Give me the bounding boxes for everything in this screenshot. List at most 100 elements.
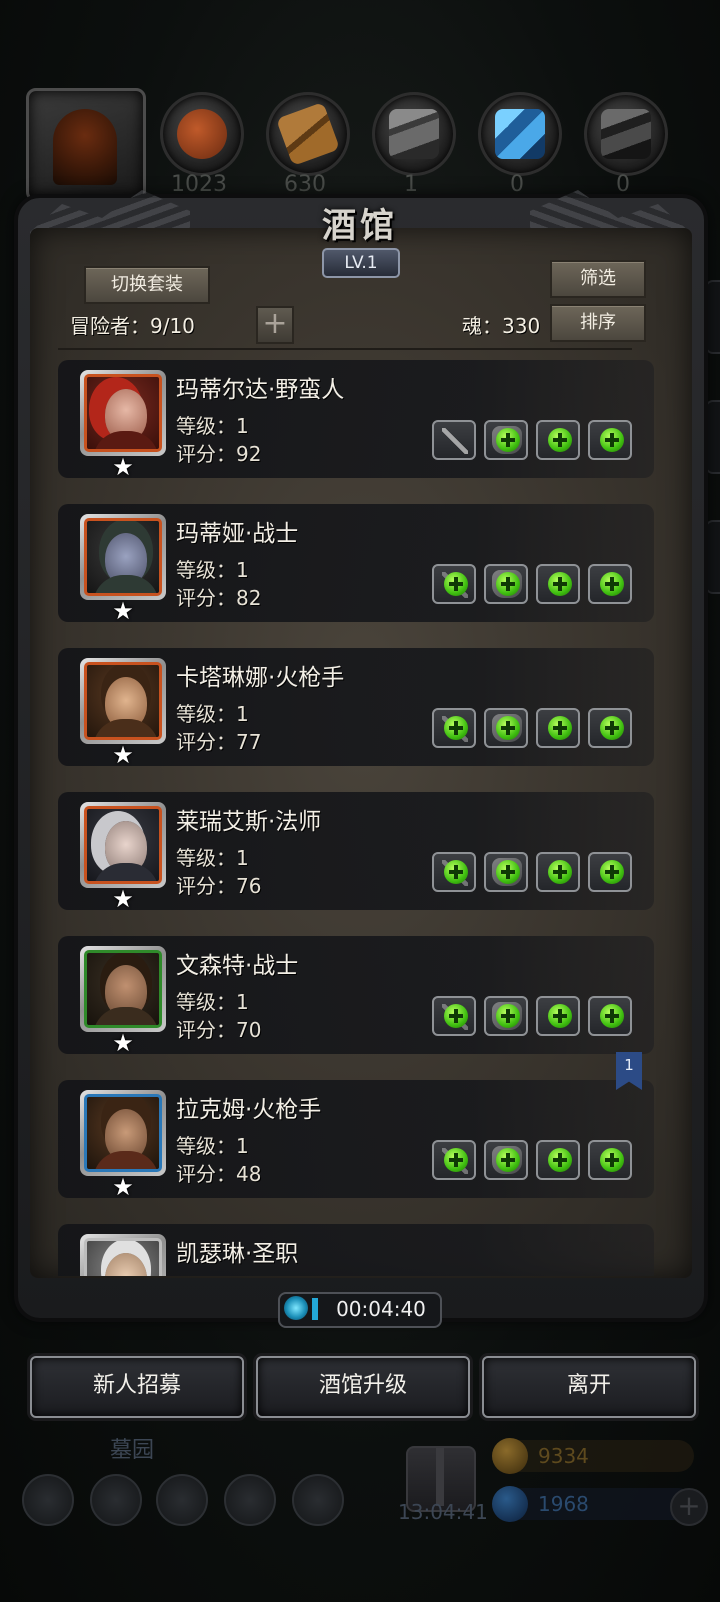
armor-slot[interactable] [484, 708, 528, 748]
menu-icon[interactable] [156, 1474, 208, 1526]
soul-count: 魂：330 [462, 314, 541, 338]
add-equip-icon [548, 1004, 572, 1028]
tavern-title: 酒馆 [322, 206, 398, 246]
weapon-slot[interactable] [432, 564, 476, 604]
player-portrait[interactable] [26, 88, 146, 202]
accessory-slot[interactable] [588, 420, 632, 460]
accessory-slot[interactable] [588, 708, 632, 748]
timer-bar [312, 1298, 318, 1320]
add-equip-icon [600, 716, 624, 740]
armor-slot[interactable] [484, 852, 528, 892]
hero-name: 卡塔琳娜·火枪手 [176, 665, 345, 691]
hero-row[interactable]: ★ 卡塔琳娜·火枪手 等级：1 评分：77 [58, 648, 654, 768]
clock-icon [284, 1296, 308, 1320]
hero-score: 评分：92 [176, 442, 262, 466]
hero-level: 等级：1 [176, 558, 249, 582]
side-tab[interactable] [705, 520, 720, 594]
add-gems-button[interactable]: + [670, 1488, 708, 1526]
adventurer-count: 冒险者：9/10 [70, 314, 195, 338]
crystal-resource[interactable] [478, 92, 562, 176]
gold-amount: 9334 [538, 1444, 589, 1468]
star-icon: ★ [112, 741, 134, 769]
star-icon: ★ [112, 885, 134, 913]
armor-slot[interactable] [484, 420, 528, 460]
hero-avatar[interactable]: ★ [80, 1090, 166, 1200]
hero-avatar[interactable]: ★ [80, 658, 166, 768]
star-icon: ★ [112, 1029, 134, 1057]
timer-value: 00:04:40 [336, 1297, 426, 1321]
settings-icon[interactable] [22, 1474, 74, 1526]
weapon-slot[interactable] [432, 852, 476, 892]
add-equip-icon [444, 860, 468, 884]
recruit-button[interactable]: 新人招募 [30, 1356, 244, 1418]
switch-outfit-button[interactable]: 切换套装 [84, 266, 210, 304]
gold-coin-icon [492, 1438, 528, 1474]
hero-row[interactable]: ★ 玛蒂娅·战士 等级：1 评分：82 [58, 504, 654, 624]
tavern-level-badge: LV.1 [322, 248, 400, 278]
hero-row[interactable]: ★ 拉克姆·火枪手 等级：1 评分：48 [58, 1080, 654, 1200]
filter-button[interactable]: 筛选 [550, 260, 646, 298]
hero-row[interactable]: 凯瑟琳·圣职 [58, 1224, 654, 1276]
add-equip-icon [600, 428, 624, 452]
iron-count: 1 [404, 172, 418, 197]
wood-count: 630 [284, 172, 326, 197]
hero-score: 评分：76 [176, 874, 262, 898]
hero-name: 凯瑟琳·圣职 [176, 1241, 299, 1267]
accessory-slot[interactable] [536, 1140, 580, 1180]
clipped-row-container: 凯瑟琳·圣职 [30, 1220, 692, 1276]
hero-name: 玛蒂尔达·野蛮人 [176, 377, 345, 403]
dark-ingot-resource[interactable] [584, 92, 668, 176]
map-icon[interactable] [292, 1474, 344, 1526]
mail-icon[interactable] [224, 1474, 276, 1526]
accessory-slot[interactable] [536, 996, 580, 1036]
hero-avatar[interactable]: ★ [80, 514, 166, 624]
side-tab[interactable] [705, 280, 720, 354]
hero-avatar[interactable]: ★ [80, 946, 166, 1056]
hero-row[interactable]: ★ 莱瑞艾斯·法师 等级：1 评分：76 [58, 792, 654, 912]
weapon-slot[interactable] [432, 996, 476, 1036]
hero-avatar[interactable]: ★ [80, 802, 166, 912]
star-icon: ★ [112, 453, 134, 481]
weapon-slot[interactable] [432, 1140, 476, 1180]
accessory-slot[interactable] [588, 1140, 632, 1180]
hero-level: 等级：1 [176, 1134, 249, 1158]
armor-slot[interactable] [484, 1140, 528, 1180]
accessory-slot[interactable] [536, 564, 580, 604]
meat-resource[interactable] [160, 92, 244, 176]
accessory-slot[interactable] [536, 708, 580, 748]
badge-icon[interactable] [90, 1474, 142, 1526]
armor-slot[interactable] [484, 564, 528, 604]
dark-ingot-icon [601, 109, 651, 159]
armor-slot[interactable] [484, 996, 528, 1036]
star-icon: ★ [112, 1173, 134, 1201]
weapon-slot[interactable] [432, 420, 476, 460]
accessory-slot[interactable] [536, 852, 580, 892]
accessory-slot[interactable] [588, 564, 632, 604]
hero-avatar[interactable] [80, 1234, 166, 1276]
meat-icon [177, 109, 227, 159]
add-equip-icon [600, 860, 624, 884]
hero-row[interactable]: ★ 文森特·战士 等级：1 评分：70 [58, 936, 654, 1056]
hero-row[interactable]: ★ 玛蒂尔达·野蛮人 等级：1 评分：92 [58, 360, 654, 480]
accessory-slot[interactable] [588, 996, 632, 1036]
hero-score: 评分：48 [176, 1162, 262, 1186]
add-equip-icon [496, 716, 520, 740]
hero-avatar[interactable]: ★ [80, 370, 166, 480]
hero-name: 莱瑞艾斯·法师 [176, 809, 322, 835]
wood-resource[interactable] [266, 92, 350, 176]
hooded-figure-icon [53, 109, 117, 185]
meat-count: 1023 [171, 172, 227, 197]
add-equip-icon [444, 1148, 468, 1172]
iron-resource[interactable] [372, 92, 456, 176]
location-label: 墓园 [110, 1438, 155, 1463]
leave-button[interactable]: 离开 [482, 1356, 696, 1418]
accessory-slot[interactable] [588, 852, 632, 892]
add-capacity-button[interactable]: + [256, 306, 294, 344]
weapon-slot[interactable] [432, 708, 476, 748]
side-tab[interactable] [705, 400, 720, 474]
sort-button[interactable]: 排序 [550, 304, 646, 342]
crystal-count: 0 [510, 172, 524, 197]
accessory-slot[interactable] [536, 420, 580, 460]
tavern-upgrade-button[interactable]: 酒馆升级 [256, 1356, 470, 1418]
header-divider [58, 348, 632, 350]
